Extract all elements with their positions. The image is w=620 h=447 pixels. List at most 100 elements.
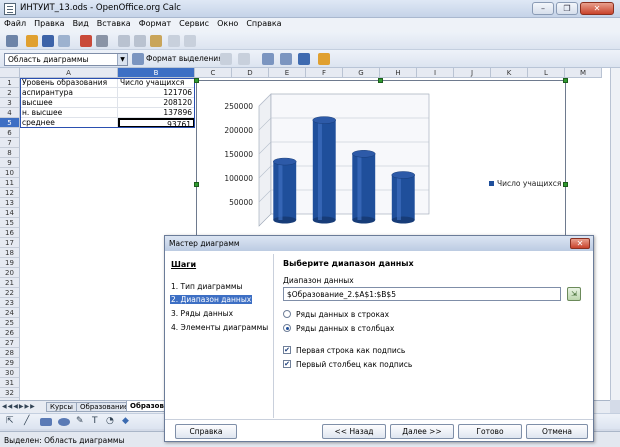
row-header[interactable]: 5 [0, 118, 20, 128]
row-header[interactable]: 3 [0, 98, 20, 108]
open-folder-icon[interactable] [26, 35, 38, 47]
line-tool-icon[interactable]: ╱ [24, 416, 29, 426]
radio-series-in-rows-label[interactable]: Ряды данных в строках [296, 310, 389, 319]
column-header[interactable]: H [380, 68, 417, 78]
next-button[interactable]: Далее >> [390, 424, 454, 439]
column-header[interactable]: C [195, 68, 232, 78]
cell-b2[interactable]: 121706 [118, 88, 195, 98]
sheet-tab-education[interactable]: Образование [76, 402, 133, 412]
cell-b1[interactable]: Число учащихся [118, 78, 195, 88]
row-header[interactable]: 2 [0, 88, 20, 98]
row-header[interactable]: 27 [0, 338, 20, 348]
chevron-down-icon[interactable]: ▼ [117, 54, 127, 65]
email-icon[interactable] [58, 35, 70, 47]
sheet-tab-courses[interactable]: Курсы [46, 402, 77, 412]
row-header[interactable]: 19 [0, 258, 20, 268]
selection-handle[interactable] [563, 78, 568, 83]
ellipse-tool-icon[interactable] [58, 418, 70, 426]
row-header[interactable]: 18 [0, 248, 20, 258]
row-header[interactable]: 26 [0, 328, 20, 338]
maximize-button[interactable]: ❐ [556, 2, 578, 15]
radio-series-in-columns-label[interactable]: Ряды данных в столбцах [296, 324, 394, 333]
vertical-scrollbar[interactable] [610, 68, 620, 400]
range-input[interactable]: $Образование_2.$A$1:$B$5 [283, 287, 561, 301]
select-arrow-icon[interactable]: ⇱ [6, 416, 14, 426]
callout-tool-icon[interactable]: ◔ [106, 416, 114, 426]
menu-edit[interactable]: Правка [30, 18, 68, 28]
cell-a1[interactable]: Уровень образования [20, 78, 118, 88]
row-header[interactable]: 17 [0, 238, 20, 248]
freeform-tool-icon[interactable]: ✎ [76, 416, 84, 426]
row-header[interactable]: 25 [0, 318, 20, 328]
chart-type-icon[interactable] [220, 53, 232, 65]
column-header[interactable]: D [232, 68, 269, 78]
menu-insert[interactable]: Вставка [93, 18, 135, 28]
row-header[interactable]: 22 [0, 288, 20, 298]
checkbox-first-row-label[interactable]: ✔ [283, 346, 291, 354]
finish-button[interactable]: Готово [458, 424, 522, 439]
row-header[interactable]: 23 [0, 298, 20, 308]
column-header[interactable]: A [20, 68, 118, 78]
cell-a3[interactable]: высшее [20, 98, 118, 108]
back-button[interactable]: << Назад [322, 424, 386, 439]
column-header[interactable]: E [269, 68, 306, 78]
step-data-series[interactable]: 3. Ряды данных [171, 309, 233, 318]
menu-format[interactable]: Формат [135, 18, 175, 28]
selection-handle[interactable] [378, 78, 383, 83]
help-button[interactable]: Справка [175, 424, 237, 439]
selection-handle[interactable] [194, 182, 199, 187]
cut-icon[interactable] [118, 35, 130, 47]
copy-icon[interactable] [134, 35, 146, 47]
cell-b4[interactable]: 137896 [118, 108, 195, 118]
column-header[interactable]: K [491, 68, 528, 78]
cell-a5[interactable]: среднее [20, 118, 118, 128]
print-icon[interactable] [96, 35, 108, 47]
redo-icon[interactable] [184, 35, 196, 47]
chart-area[interactable]: 250000 200000 150000 100000 50000 Число учащи… [196, 80, 566, 240]
first-row-label-text[interactable]: Первая строка как подпись [296, 346, 405, 355]
column-header[interactable]: F [306, 68, 343, 78]
row-header[interactable]: 13 [0, 198, 20, 208]
step-chart-elements[interactable]: 4. Элементы диаграммы [171, 323, 268, 332]
cell-b3[interactable]: 208120 [118, 98, 195, 108]
basic-shapes-icon[interactable]: ◆ [122, 416, 129, 426]
column-header[interactable]: L [528, 68, 565, 78]
row-header[interactable]: 14 [0, 208, 20, 218]
row-header[interactable]: 8 [0, 148, 20, 158]
paste-icon[interactable] [150, 35, 162, 47]
selection-handle[interactable] [563, 182, 568, 187]
step-data-range[interactable]: 2. Диапазон данных [170, 295, 253, 304]
cancel-button[interactable]: Отмена [526, 424, 588, 439]
row-header[interactable]: 1 [0, 78, 20, 88]
row-header[interactable]: 11 [0, 178, 20, 188]
row-header[interactable]: 29 [0, 358, 20, 368]
format-selection-label[interactable]: Формат выделения [146, 54, 223, 63]
row-header[interactable]: 7 [0, 138, 20, 148]
menu-help[interactable]: Справка [242, 18, 285, 28]
column-header[interactable]: J [454, 68, 491, 78]
undo-icon[interactable] [168, 35, 180, 47]
menu-tools[interactable]: Сервис [175, 18, 213, 28]
column-header[interactable]: I [417, 68, 454, 78]
cell-b5[interactable]: 93761 [118, 118, 195, 128]
scale-text-icon[interactable] [298, 53, 310, 65]
radio-series-in-columns[interactable] [283, 324, 291, 332]
first-column-label-text[interactable]: Первый столбец как подпись [296, 360, 412, 369]
export-pdf-icon[interactable] [80, 35, 92, 47]
row-header[interactable]: 31 [0, 378, 20, 388]
minimize-button[interactable]: – [532, 2, 554, 15]
row-header[interactable]: 15 [0, 218, 20, 228]
row-header[interactable]: 9 [0, 158, 20, 168]
cell-a2[interactable]: аспирантура [20, 88, 118, 98]
selection-handle[interactable] [194, 78, 199, 83]
checkbox-first-column-label[interactable]: ✔ [283, 360, 291, 368]
column-header[interactable]: B [118, 68, 195, 78]
name-box[interactable]: Область диаграммы ▼ [4, 53, 128, 66]
text-tool-icon[interactable]: T [92, 416, 98, 426]
format-selection-icon[interactable] [132, 53, 144, 65]
row-header[interactable]: 30 [0, 368, 20, 378]
row-header[interactable]: 21 [0, 278, 20, 288]
legend-icon[interactable] [280, 53, 292, 65]
step-chart-type[interactable]: 1. Тип диаграммы [171, 282, 242, 291]
new-document-icon[interactable] [6, 35, 18, 47]
